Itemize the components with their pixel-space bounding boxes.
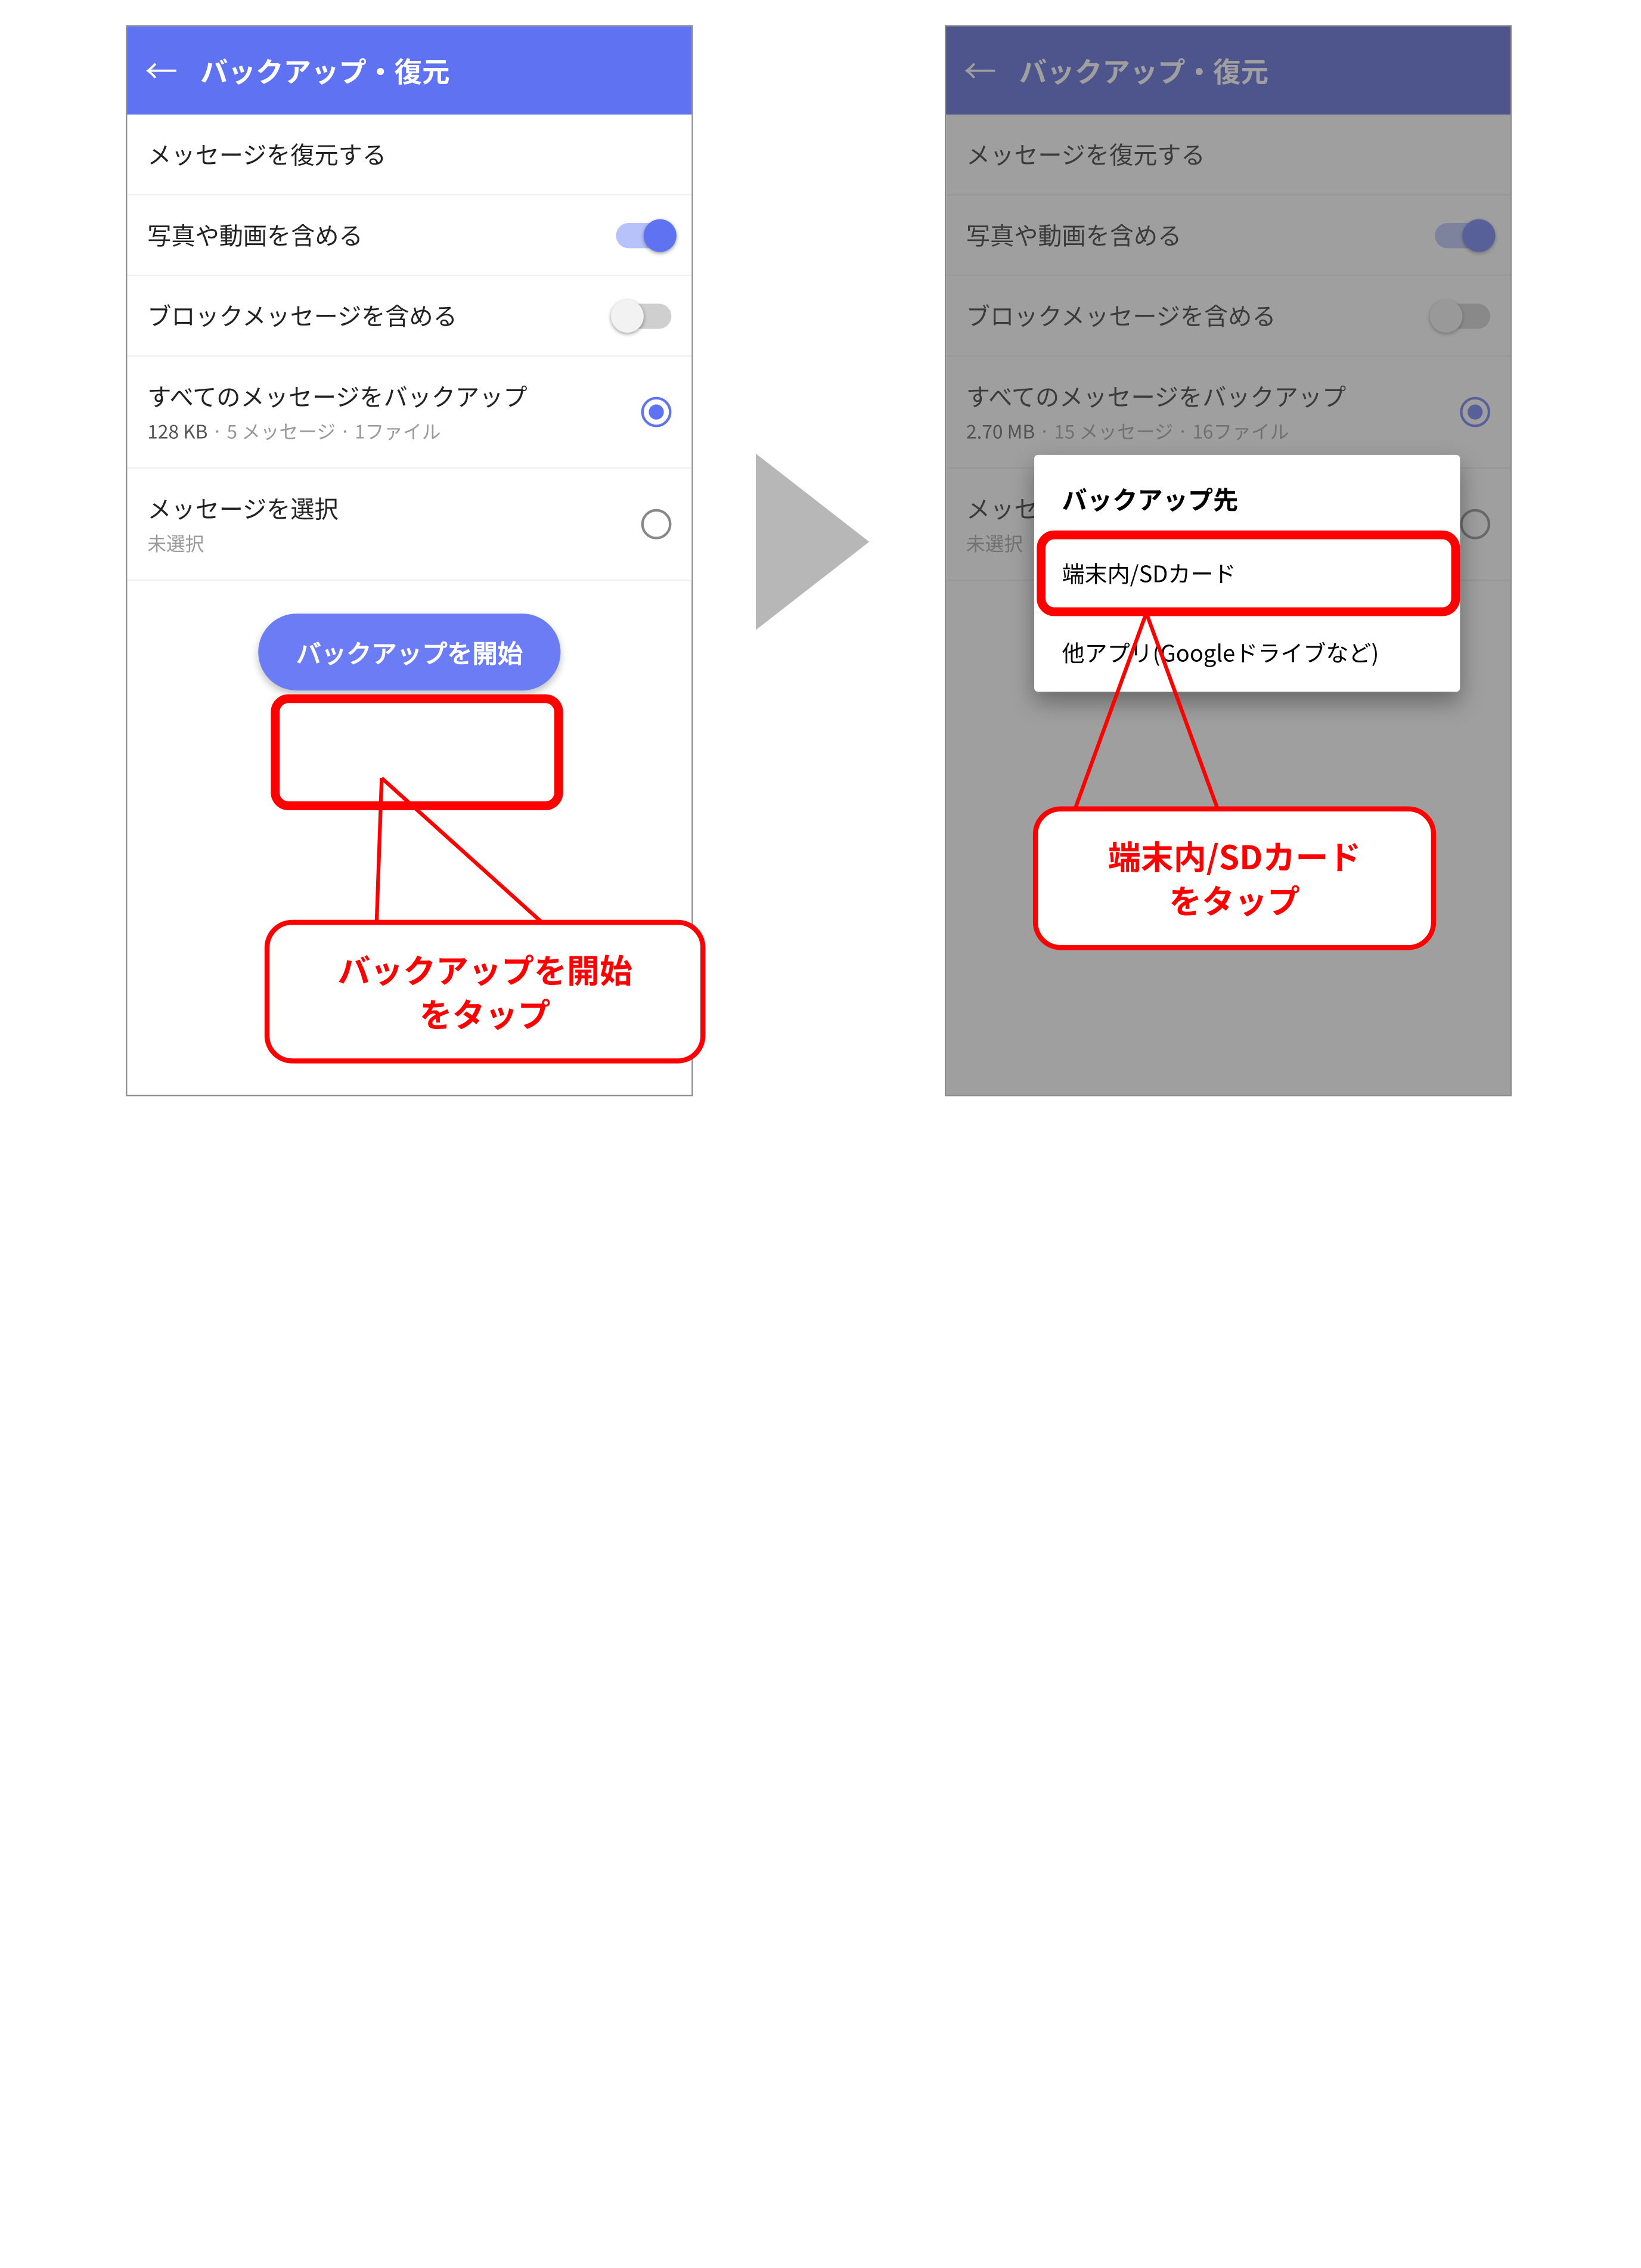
row-backup-all[interactable]: すべてのメッセージをバックアップ 128 KB · 5 メッセージ · 1ファイ… [127,357,691,469]
annotation-callout: 端末内/SDカード をタップ [1033,807,1436,950]
annotation-callout: バックアップを開始 をタップ [265,920,706,1064]
row-label: 写真や動画を含める [147,218,362,252]
row-restore-messages[interactable]: メッセージを復元する [127,114,691,195]
annotation-callout-text: 端末内/SDカード をタップ [1108,834,1361,922]
row-include-blocked[interactable]: ブロックメッセージを含める [127,276,691,357]
row-include-media[interactable]: 写真や動画を含める [127,196,691,276]
row-label: ブロックメッセージを含める [147,299,457,333]
dialog-option-device-sd[interactable]: 端末内/SDカード [1034,534,1460,612]
row-label: メッセージを選択 [147,491,338,525]
radio-backup-all[interactable] [641,397,672,427]
back-arrow-icon[interactable]: ← [145,54,178,87]
toggle-include-media[interactable] [616,222,671,247]
start-button-area: バックアップを開始 [127,581,691,740]
backup-destination-dialog: バックアップ先 端末内/SDカード 他アプリ(Googleドライブなど) [1034,455,1460,692]
row-label: すべてのメッセージをバックアップ [147,379,527,413]
row-sublabel: 128 KB · 5 メッセージ · 1ファイル [147,419,527,445]
start-backup-button[interactable]: バックアップを開始 [258,614,560,690]
dialog-option-other-app[interactable]: 他アプリ(Googleドライブなど) [1034,612,1460,692]
flow-arrow-icon [756,454,869,630]
annotation-callout-text: バックアップを開始 をタップ [337,947,632,1036]
row-label: メッセージを復元する [147,137,386,171]
appbar-title: バックアップ・復元 [200,51,449,91]
radio-select-messages[interactable] [641,509,672,540]
toggle-include-blocked[interactable] [616,303,671,328]
dialog-title: バックアップ先 [1034,455,1460,534]
row-select-messages[interactable]: メッセージを選択 未選択 [127,469,691,581]
row-sublabel: 未選択 [147,531,338,557]
appbar: ← バックアップ・復元 [127,26,691,114]
